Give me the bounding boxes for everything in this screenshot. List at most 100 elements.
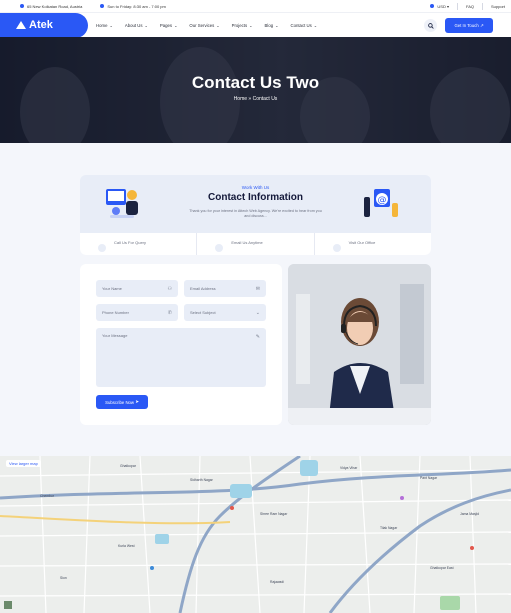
support-agent-image bbox=[288, 264, 431, 425]
faq-link[interactable]: FAQ bbox=[466, 4, 474, 9]
search-button[interactable] bbox=[424, 19, 437, 32]
nav-contact[interactable]: Contact Us ⌄ bbox=[290, 23, 317, 28]
name-input[interactable]: Your Name ⚇ bbox=[96, 280, 178, 297]
breadcrumb-home[interactable]: Home bbox=[234, 96, 247, 102]
map-label: Sidharth Nagar bbox=[190, 478, 213, 482]
get-in-touch-button[interactable]: Get In Touch ↗ bbox=[445, 18, 493, 33]
section-description: Thank you for your interest in Attech We… bbox=[189, 209, 322, 218]
map-label: Jama Masjid bbox=[460, 512, 480, 516]
nav-home[interactable]: Home ⌄ bbox=[96, 23, 113, 28]
contact-item-office[interactable]: Visit Our Office bbox=[315, 233, 431, 255]
phone-icon: ✆ bbox=[167, 310, 172, 316]
mail-icon: ✉ bbox=[255, 286, 260, 292]
map-pin-icon[interactable] bbox=[470, 546, 474, 550]
nav-label: Blog bbox=[264, 22, 274, 28]
message-placeholder: Your Message bbox=[102, 333, 128, 338]
map-label: Chembur bbox=[40, 494, 54, 498]
nav-blog[interactable]: Blog ⌄ bbox=[265, 23, 279, 28]
support-agent-photo bbox=[288, 264, 431, 425]
hours-text: Sun to Friday: 8:30 am - 7:00 pm bbox=[107, 3, 166, 9]
nav-about[interactable]: About Us ⌄ bbox=[125, 23, 148, 28]
currency-select[interactable]: USD ▾ bbox=[430, 3, 449, 9]
chevron-down-icon: ⌄ bbox=[174, 22, 178, 28]
chevron-down-icon: ⌄ bbox=[313, 22, 318, 28]
email-input[interactable]: Email Address ✉ bbox=[184, 280, 266, 297]
currency-label: USD bbox=[437, 3, 446, 9]
submit-label: Subscribe Now bbox=[105, 399, 135, 405]
chevron-down-icon: ⌄ bbox=[249, 22, 253, 28]
breadcrumb: Home » Contact Us bbox=[0, 96, 511, 102]
edit-icon: ✎ bbox=[255, 334, 260, 340]
hours-item: Sun to Friday: 8:30 am - 7:00 pm bbox=[100, 3, 166, 9]
map-label: Ghatkopar bbox=[120, 464, 136, 468]
subject-placeholder: Select Subject bbox=[190, 310, 216, 315]
nav-label: About Us bbox=[124, 22, 143, 28]
search-icon bbox=[427, 22, 434, 29]
send-icon: ➤ bbox=[135, 399, 139, 404]
map-label: Vidya Vihar bbox=[340, 466, 358, 470]
user-icon: ⚇ bbox=[167, 286, 172, 292]
map-pin-icon[interactable] bbox=[230, 506, 234, 510]
map-label: Sion bbox=[60, 576, 67, 580]
subject-select[interactable]: Select Subject ⌄ bbox=[184, 304, 266, 321]
map-pin-icon[interactable] bbox=[400, 496, 404, 500]
phone-icon bbox=[98, 244, 106, 252]
contact-item-email[interactable]: Email Us Anytime bbox=[197, 233, 315, 255]
message-textarea[interactable]: Your Message ✎ bbox=[96, 328, 266, 387]
address-text: 65 New Kolkatan Road, Austria bbox=[27, 3, 83, 9]
contact-item-label: Visit Our Office bbox=[348, 240, 376, 245]
name-placeholder: Your Name bbox=[102, 286, 122, 291]
map-label: Tilak Nagar bbox=[380, 526, 398, 530]
top-bar: 65 New Kolkatan Road, Austria Sun to Fri… bbox=[0, 0, 511, 12]
breadcrumb-separator: » bbox=[248, 96, 252, 102]
support-link[interactable]: Support bbox=[491, 4, 505, 9]
contact-item-label: Call Us For Query bbox=[114, 240, 147, 245]
phone-input[interactable]: Phone Number ✆ bbox=[96, 304, 178, 321]
nav-label: Contact Us bbox=[290, 22, 312, 28]
nav-label: Pages bbox=[159, 22, 173, 28]
main-header: Atek Home ⌄ About Us ⌄ Pages ⌄ Our Services… bbox=[0, 12, 511, 38]
address-item: 65 New Kolkatan Road, Austria bbox=[20, 4, 82, 9]
divider bbox=[481, 2, 483, 10]
logo-text: Atek bbox=[29, 19, 53, 31]
chevron-down-icon: ⌄ bbox=[109, 22, 113, 28]
location-icon bbox=[20, 4, 24, 8]
divider bbox=[456, 2, 458, 10]
breadcrumb-current: Contact Us bbox=[252, 96, 278, 102]
mail-icon bbox=[215, 244, 224, 252]
view-larger-map-link[interactable]: View larger map bbox=[6, 460, 41, 467]
nav-pages[interactable]: Pages ⌄ bbox=[160, 23, 178, 28]
phone-placeholder: Phone Number bbox=[102, 310, 129, 315]
cta-label: Get In Touch bbox=[454, 23, 479, 28]
clock-icon bbox=[100, 4, 105, 8]
map-label: Kurla West bbox=[118, 544, 135, 548]
subscribe-button[interactable]: Subscribe Now ➤ bbox=[96, 395, 148, 409]
map-label: Shree Ram Nagar bbox=[260, 512, 288, 516]
nav-label: Projects bbox=[231, 22, 248, 28]
email-placeholder: Email Address bbox=[190, 286, 216, 291]
nav-projects[interactable]: Projects ⌄ bbox=[232, 23, 253, 28]
contact-item-phone[interactable]: Call Us For Query bbox=[80, 233, 198, 255]
contact-form: Your Name ⚇ Email Address ✉ Phone Number… bbox=[80, 264, 282, 425]
page-hero: Contact Us Two Home » Contact Us bbox=[0, 37, 511, 143]
nav-services[interactable]: Our Services ⌄ bbox=[189, 23, 219, 28]
map-label: Pant Nagar bbox=[420, 476, 438, 480]
flag-icon bbox=[430, 3, 435, 8]
logo-icon bbox=[16, 21, 26, 29]
page-title: Contact Us Two bbox=[191, 73, 320, 92]
chevron-down-icon: ⌄ bbox=[216, 22, 220, 28]
arrow-up-right-icon: ↗ bbox=[479, 22, 484, 28]
map-pin-icon[interactable] bbox=[150, 566, 154, 570]
nav-label: Home bbox=[96, 22, 108, 28]
logo[interactable]: Atek bbox=[0, 12, 88, 38]
contact-info-card: Work With Us Contact Information Thank y… bbox=[80, 175, 431, 255]
location-map[interactable]: View larger map Ghatkopar Sidharth Nagar… bbox=[0, 456, 511, 613]
nav-label: Our Services bbox=[189, 22, 215, 28]
main-nav: Home ⌄ About Us ⌄ Pages ⌄ Our Services ⌄ Pro… bbox=[96, 23, 317, 28]
map-label: Rajawadi bbox=[270, 580, 284, 584]
chevron-down-icon: ⌄ bbox=[144, 22, 148, 28]
chevron-down-icon: ⌄ bbox=[255, 310, 260, 316]
contact-item-label: Email Us Anytime bbox=[231, 240, 263, 245]
location-icon bbox=[332, 244, 341, 252]
contact-info-strip: Call Us For Query Email Us Anytime Visit… bbox=[80, 233, 431, 255]
